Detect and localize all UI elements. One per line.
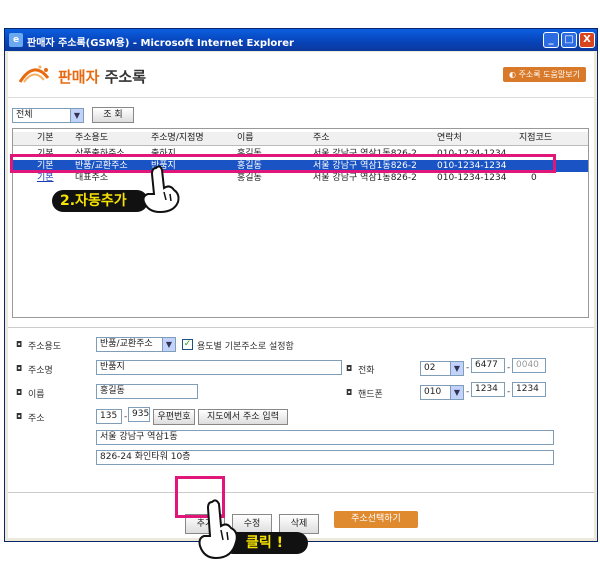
default-address-checkbox[interactable]: ✓ [182, 339, 193, 350]
zip-first-input[interactable]: 135 [96, 409, 122, 424]
phone-area-value: 02 [424, 363, 436, 373]
zip-second-input[interactable]: 935 [128, 407, 150, 422]
address-name-input[interactable]: 반품지 [96, 360, 342, 375]
help-button[interactable]: ◐ 주소록 도움말보기 [503, 67, 586, 82]
address-label: 주소 [28, 414, 45, 424]
zip-search-button[interactable]: 우편번호 [153, 409, 195, 425]
table-cell: 홍길동 [237, 173, 262, 183]
address-name-label: 주소명 [28, 366, 53, 376]
purpose-select[interactable]: 반품/교환주소 ▼ [96, 337, 176, 352]
dash: - [466, 363, 470, 373]
bullet-icon: ◘ [16, 364, 23, 373]
dash: - [124, 412, 128, 422]
column-header: 주소용도 [75, 133, 109, 143]
dash: - [507, 363, 511, 373]
auto-add-callout-text: 2.자동추가 [60, 193, 127, 209]
table-cell-link[interactable]: 기본 [37, 172, 73, 184]
mobile-middle-input[interactable]: 1234 [471, 382, 505, 397]
table-cell: 서울 강남구 역삼1동826-2 [313, 173, 417, 183]
purpose-label: 주소용도 [28, 342, 62, 352]
auto-add-callout: 2.자동추가 [52, 190, 148, 212]
pointing-hand-icon [198, 499, 238, 560]
maximize-button[interactable]: □ [561, 32, 577, 48]
address-form: ◘ 주소용도 반품/교환주소 ▼ ✓ 용도별 기본주소로 설정함 ◘ 주소명 반… [8, 327, 594, 477]
purpose-selected-value: 반품/교환주소 [100, 339, 153, 349]
phone-last-input[interactable]: 0040 [512, 358, 546, 373]
address-book-logo-icon [18, 65, 50, 83]
chevron-down-icon: ▼ [450, 362, 463, 375]
column-header: 주소명/지점명 [151, 133, 204, 143]
mobile-last-input[interactable]: 1234 [512, 382, 546, 397]
dash: - [507, 387, 511, 397]
phone-middle-input[interactable]: 6477 [471, 358, 505, 373]
map-address-button[interactable]: 지도에서 주소 입력 [198, 409, 288, 425]
table-cell: 0 [531, 173, 537, 183]
delete-button[interactable]: 삭제 [279, 514, 319, 534]
mobile-prefix-value: 010 [424, 387, 442, 397]
chevron-down-icon: ▼ [162, 338, 175, 351]
bullet-icon: ◘ [16, 412, 23, 421]
filter-select[interactable]: 전체 ▼ [12, 108, 84, 123]
page-header: 판매자 주소록 ◐ 주소록 도움말보기 [8, 52, 594, 98]
mobile-label: 핸드폰 [358, 390, 383, 400]
title-bar: e 판매자 주소록(GSM용) - Microsoft Internet Exp… [5, 29, 597, 51]
mobile-prefix-select[interactable]: 010 ▼ [420, 385, 464, 400]
person-name-label: 이름 [28, 390, 45, 400]
close-button[interactable]: X [579, 32, 595, 48]
table-cell: 010-1234-1234 [437, 173, 507, 183]
browser-window: e 판매자 주소록(GSM용) - Microsoft Internet Exp… [4, 28, 598, 542]
default-address-label: 용도별 기본주소로 설정함 [197, 342, 294, 352]
list-header: 기본 주소용도 주소명/지점명 이름 주소 연락처 지점코드 [13, 132, 588, 146]
pointing-hand-icon [142, 165, 180, 214]
bullet-icon: ◘ [346, 364, 353, 373]
bullet-icon: ◘ [16, 340, 23, 349]
column-header: 주소 [313, 133, 330, 143]
table-row[interactable]: 기본 대표주소 홍길동 서울 강남구 역삼1동826-2 010-1234-12… [13, 172, 588, 184]
page-content: 판매자 주소록 ◐ 주소록 도움말보기 전체 ▼ 조 회 기본 주소용도 주소명… [8, 52, 594, 538]
column-header: 기본 [37, 133, 54, 143]
filter-selected-value: 전체 [16, 110, 33, 120]
page-title: 판매자 주소록 [58, 66, 146, 87]
action-bar: 추가 수정 삭제 주소선택하기 [8, 492, 594, 538]
bullet-icon: ◘ [16, 388, 23, 397]
address-line1-input[interactable]: 서울 강남구 역삼1동 [96, 430, 554, 445]
phone-label: 전화 [358, 366, 375, 376]
page-title-rest: 주소록 [99, 68, 147, 86]
window-title: 판매자 주소록(GSM용) - Microsoft Internet Explo… [27, 38, 294, 49]
bullet-icon: ◘ [346, 388, 353, 397]
chevron-down-icon: ▼ [70, 109, 83, 122]
search-button[interactable]: 조 회 [92, 107, 134, 123]
dash: - [466, 387, 470, 397]
column-header: 연락처 [437, 133, 462, 143]
ie-icon: e [9, 33, 23, 47]
help-button-label: 주소록 도움말보기 [518, 70, 580, 79]
phone-area-select[interactable]: 02 ▼ [420, 361, 464, 376]
column-header: 지점코드 [519, 133, 553, 143]
person-name-input[interactable]: 홍길동 [96, 384, 198, 399]
row-highlight-box [10, 154, 556, 173]
column-header: 이름 [237, 133, 254, 143]
minimize-button[interactable]: _ [543, 32, 559, 48]
click-callout-text: 클릭 ! [246, 535, 284, 551]
address-line2-input[interactable]: 826-24 화인타워 10층 [96, 450, 554, 465]
select-address-button[interactable]: 주소선택하기 [334, 511, 418, 528]
chevron-down-icon: ▼ [450, 386, 463, 399]
page-title-highlight: 판매자 [58, 68, 100, 86]
